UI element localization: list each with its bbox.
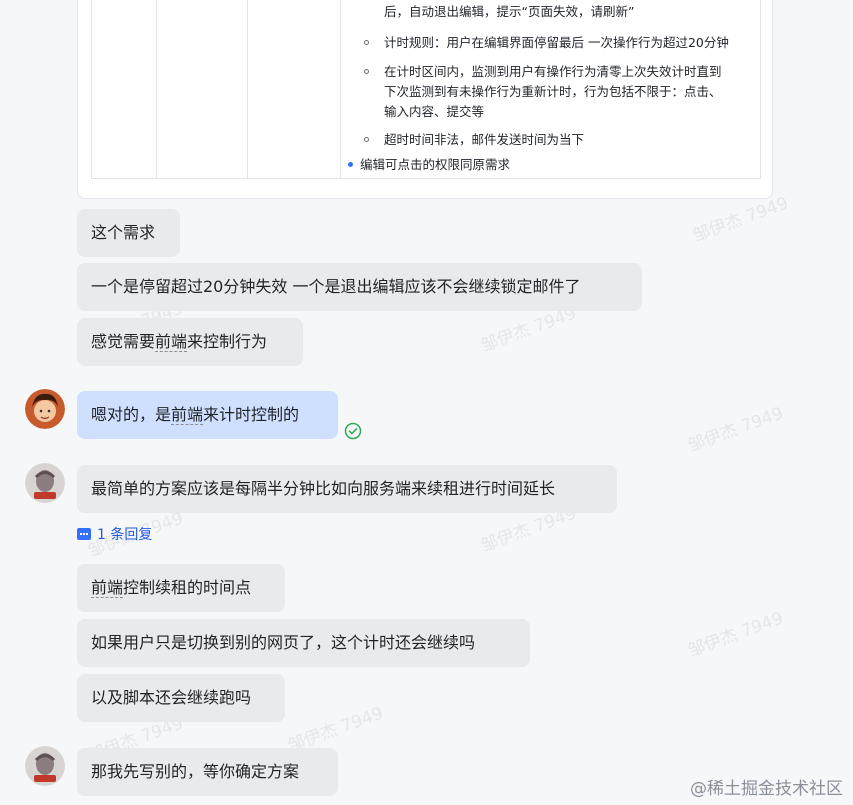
- avatar[interactable]: [25, 746, 65, 786]
- doc-line: 在计时区间内，监测到用户有操作行为清零上次失效计时直到: [384, 64, 722, 79]
- watermark: 邹伊杰 7949: [685, 403, 786, 457]
- message-text: 如果用户只是切换到别的网页了，这个计时还会继续吗: [91, 633, 476, 652]
- quoted-doc-card[interactable]: 后，自动退出编辑，提示“页面失效，请刷新” 计时规则：用户在编辑界面停留最后 一…: [77, 0, 773, 199]
- message-keyword[interactable]: 前端: [155, 332, 188, 352]
- doc-line: 下次监测到有未操作行为重新计时，行为包括不限于：点击、: [384, 84, 722, 99]
- comment-icon: [77, 528, 91, 540]
- source-watermark: @稀土掘金技术社区: [690, 779, 843, 799]
- message-keyword[interactable]: 前端: [171, 405, 204, 425]
- message-text: 控制续租的时间点: [123, 578, 252, 597]
- message-text: 感觉需要: [91, 332, 156, 351]
- doc-line: 超时时间非法，邮件发送时间为当下: [384, 132, 585, 147]
- doc-line: 编辑可点击的权限同原需求: [360, 157, 511, 172]
- message-text: 来控制行为: [187, 332, 268, 351]
- message-text: 来计时控制的: [203, 405, 300, 424]
- message-text: 嗯对的，是: [91, 405, 172, 424]
- message-keyword[interactable]: 前端: [91, 578, 124, 598]
- message-text: 这个需求: [91, 223, 156, 242]
- doc-line: 计时规则：用户在编辑界面停留最后 一次操作行为超过20分钟: [384, 35, 729, 50]
- message-bubble[interactable]: 以及脚本还会继续跑吗: [77, 674, 285, 722]
- bullet-icon: [364, 137, 369, 142]
- reply-count: 1 条回复: [97, 527, 153, 543]
- message-text: 一个是停留超过20分钟失效 一个是退出编辑应该不会继续锁定邮件了: [91, 277, 581, 296]
- message-bubble[interactable]: 那我先写别的，等你确定方案: [77, 748, 338, 796]
- message-bubble-self[interactable]: 嗯对的，是前端来计时控制的: [77, 391, 338, 439]
- message-bubble[interactable]: 一个是停留超过20分钟失效 一个是退出编辑应该不会继续锁定邮件了: [77, 263, 642, 311]
- message-bubble[interactable]: 这个需求: [77, 209, 180, 257]
- message-text: 那我先写别的，等你确定方案: [91, 762, 300, 781]
- bullet-icon: [364, 40, 369, 45]
- message-bubble[interactable]: 感觉需要前端来控制行为: [77, 318, 303, 366]
- thread-reply-link[interactable]: 1 条回复: [77, 524, 152, 544]
- bullet-icon: [364, 69, 369, 74]
- watermark: 邹伊杰 7949: [685, 608, 786, 662]
- read-check-icon: [344, 422, 362, 440]
- doc-line: 输入内容、提交等: [384, 104, 485, 119]
- avatar[interactable]: [25, 389, 65, 429]
- bullet-icon: [348, 162, 353, 167]
- message-bubble[interactable]: 前端控制续租的时间点: [77, 564, 285, 612]
- message-text: 最简单的方案应该是每隔半分钟比如向服务端来续租进行时间延长: [91, 479, 556, 498]
- doc-line: 后，自动退出编辑，提示“页面失效，请刷新”: [384, 4, 635, 19]
- message-text: 以及脚本还会继续跑吗: [91, 688, 252, 707]
- message-bubble[interactable]: 如果用户只是切换到别的网页了，这个计时还会继续吗: [77, 619, 530, 667]
- doc-table: 后，自动退出编辑，提示“页面失效，请刷新” 计时规则：用户在编辑界面停留最后 一…: [91, 0, 761, 179]
- avatar[interactable]: [25, 463, 65, 503]
- message-bubble[interactable]: 最简单的方案应该是每隔半分钟比如向服务端来续租进行时间延长: [77, 465, 617, 513]
